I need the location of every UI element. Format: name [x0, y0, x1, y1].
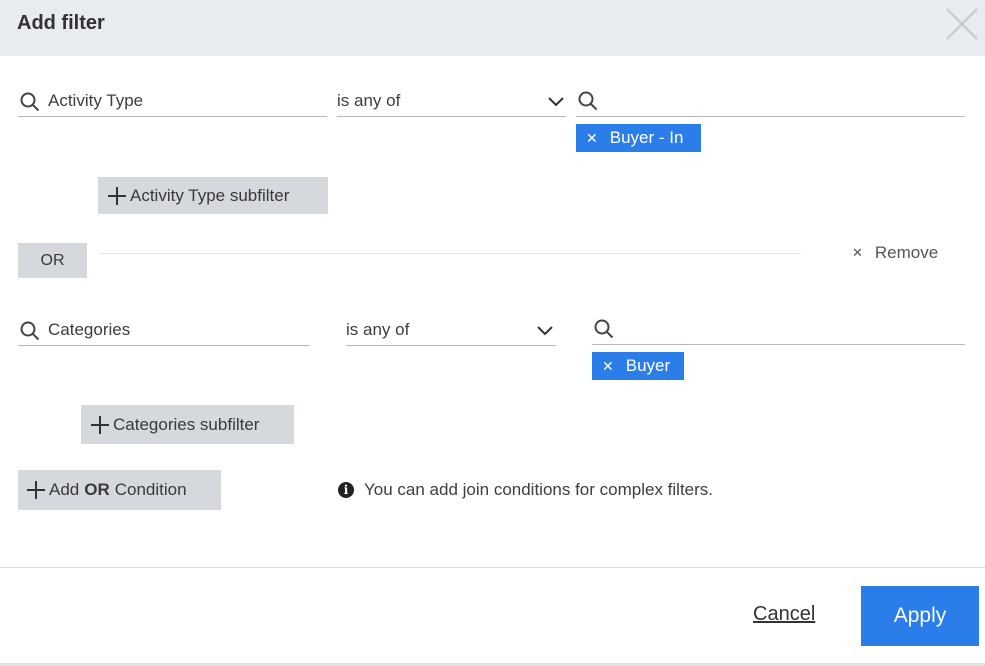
divider — [100, 253, 801, 254]
value-search-input-1[interactable] — [576, 86, 965, 117]
plus-icon — [108, 186, 126, 205]
field-select-categories[interactable]: Categories — [18, 315, 309, 346]
search-icon — [20, 321, 40, 341]
dialog-header: Add filter — [0, 0, 985, 56]
chevron-down-icon — [537, 326, 553, 336]
field-label: Categories — [48, 320, 131, 339]
footer-divider — [0, 567, 985, 568]
remove-condition-button[interactable]: ✕ Remove — [852, 243, 938, 263]
apply-button[interactable]: Apply — [861, 586, 979, 646]
or-join-badge[interactable]: OR — [18, 243, 87, 278]
add-subfilter-button-1[interactable]: Activity Type subfilter — [98, 177, 328, 214]
subfilter-label: Activity Type subfilter — [130, 185, 290, 205]
field-select-activity-type[interactable]: Activity Type — [18, 86, 327, 117]
plus-icon — [27, 481, 45, 499]
operator-value: is any of — [346, 320, 410, 339]
subfilter-label: Categories subfilter — [113, 414, 260, 434]
value-chip: ✕ Buyer - In — [576, 124, 701, 152]
chip-remove-icon[interactable]: ✕ — [586, 124, 598, 152]
info-hint: i You can add join conditions for comple… — [338, 480, 713, 500]
add-suffix: Condition — [114, 480, 187, 499]
info-icon: i — [338, 482, 354, 498]
operator-select-2[interactable]: is any of — [346, 315, 556, 346]
search-icon — [594, 319, 614, 339]
chip-remove-icon[interactable]: ✕ — [602, 352, 614, 380]
add-prefix: Add — [49, 480, 80, 499]
close-icon: ✕ — [852, 245, 863, 260]
chip-label: Buyer - In — [609, 128, 684, 147]
add-filter-dialog: Add filter Activity Type is any of ✕ Buy… — [0, 0, 985, 666]
operator-select-1[interactable]: is any of — [337, 86, 566, 117]
search-icon — [578, 91, 598, 111]
add-or-condition-button[interactable]: Add OR Condition — [18, 470, 221, 510]
remove-label: Remove — [874, 243, 939, 262]
value-chip: ✕ Buyer — [592, 352, 684, 380]
plus-icon — [91, 415, 109, 434]
cancel-button[interactable]: Cancel — [753, 603, 815, 626]
field-label: Activity Type — [48, 91, 144, 110]
add-subfilter-button-2[interactable]: Categories subfilter — [81, 405, 294, 444]
search-icon — [20, 92, 40, 112]
chevron-down-icon — [548, 97, 564, 107]
add-keyword: OR — [84, 480, 110, 499]
operator-value: is any of — [337, 91, 401, 110]
dialog-title: Add filter — [17, 12, 105, 34]
close-icon[interactable] — [944, 6, 980, 42]
info-text: You can add join conditions for complex … — [364, 480, 714, 499]
value-search-input-2[interactable] — [592, 314, 965, 345]
chip-label: Buyer — [625, 356, 671, 375]
